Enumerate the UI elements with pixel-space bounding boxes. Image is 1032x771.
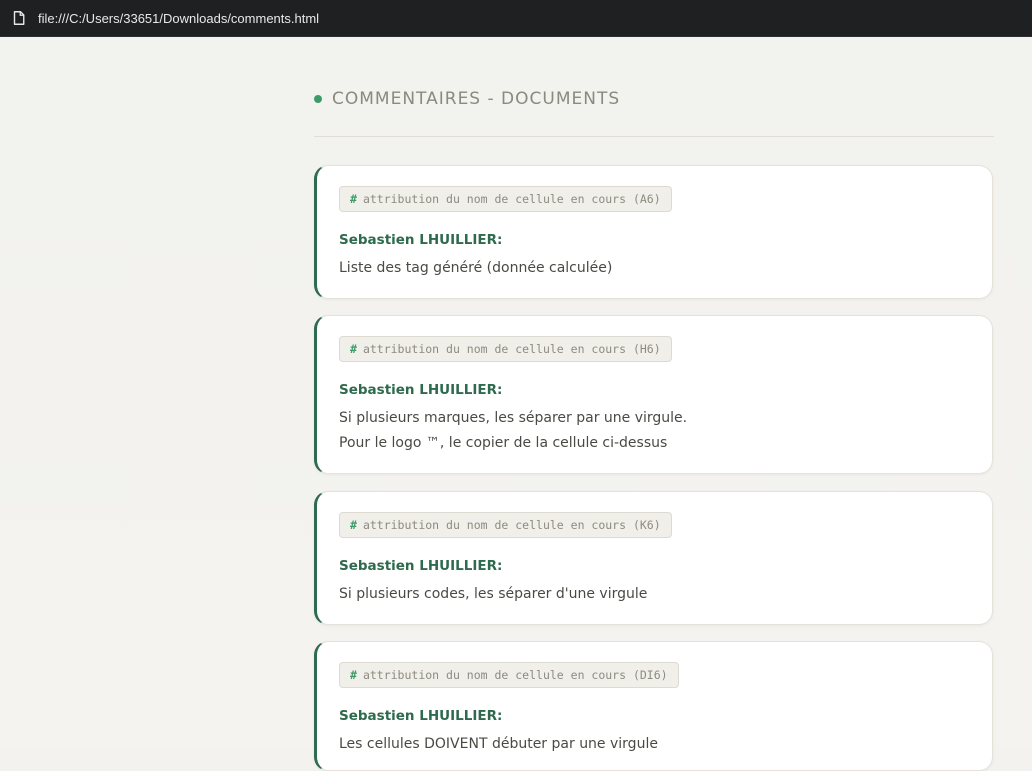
comment-line: Pour le logo ™, le copier de la cellule … bbox=[339, 435, 668, 451]
page-header: COMMENTAIRES - DOCUMENTS bbox=[314, 89, 620, 109]
hash-icon: # bbox=[350, 668, 357, 682]
comment-body: Les cellules DOIVENT débuter par une vir… bbox=[339, 732, 658, 757]
dot-icon bbox=[314, 95, 322, 103]
comment-card: # attribution du nom de cellule en cours… bbox=[314, 165, 993, 299]
cell-tag-label: attribution du nom de cellule en cours (… bbox=[362, 342, 661, 356]
comment-line: Si plusieurs codes, les séparer d'une vi… bbox=[339, 586, 648, 602]
comment-card: # attribution du nom de cellule en cours… bbox=[314, 641, 993, 771]
hash-icon: # bbox=[350, 342, 357, 356]
comment-body: Si plusieurs marques, les séparer par un… bbox=[339, 406, 687, 456]
url-text[interactable]: file:///C:/Users/33651/Downloads/comment… bbox=[38, 11, 319, 26]
cell-tag: # attribution du nom de cellule en cours… bbox=[339, 512, 672, 538]
file-icon bbox=[13, 11, 25, 25]
cell-tag-label: attribution du nom de cellule en cours (… bbox=[362, 192, 661, 206]
header-divider bbox=[314, 136, 994, 137]
hash-icon: # bbox=[350, 518, 357, 532]
comment-line: Liste des tag généré (donnée calculée) bbox=[339, 260, 613, 276]
cell-tag: # attribution du nom de cellule en cours… bbox=[339, 336, 672, 362]
cell-tag: # attribution du nom de cellule en cours… bbox=[339, 662, 679, 688]
page-content: COMMENTAIRES - DOCUMENTS # attribution d… bbox=[0, 37, 1032, 771]
comment-author: Sebastien LHUILLIER: bbox=[339, 708, 503, 724]
cell-tag-label: attribution du nom de cellule en cours (… bbox=[362, 518, 661, 532]
comment-card: # attribution du nom de cellule en cours… bbox=[314, 491, 993, 625]
comment-author: Sebastien LHUILLIER: bbox=[339, 232, 503, 248]
comment-author: Sebastien LHUILLIER: bbox=[339, 558, 503, 574]
cell-tag-label: attribution du nom de cellule en cours (… bbox=[362, 668, 668, 682]
page-title: COMMENTAIRES - DOCUMENTS bbox=[332, 89, 621, 109]
comment-card: # attribution du nom de cellule en cours… bbox=[314, 315, 993, 474]
comment-line: Les cellules DOIVENT débuter par une vir… bbox=[339, 736, 658, 752]
hash-icon: # bbox=[350, 192, 357, 206]
comment-author: Sebastien LHUILLIER: bbox=[339, 382, 503, 398]
browser-address-bar[interactable]: file:///C:/Users/33651/Downloads/comment… bbox=[0, 0, 1032, 37]
cell-tag: # attribution du nom de cellule en cours… bbox=[339, 186, 672, 212]
comment-body: Si plusieurs codes, les séparer d'une vi… bbox=[339, 582, 647, 607]
comment-line: Si plusieurs marques, les séparer par un… bbox=[339, 410, 688, 426]
comment-body: Liste des tag généré (donnée calculée) bbox=[339, 256, 612, 281]
